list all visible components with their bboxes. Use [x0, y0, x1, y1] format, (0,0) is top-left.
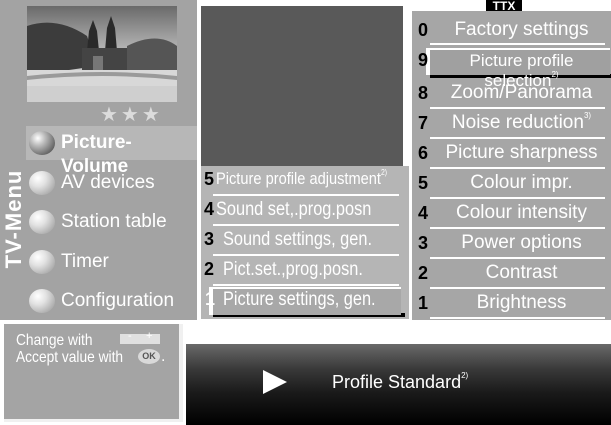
item-label: Contrast	[485, 262, 558, 283]
video-preview-area	[201, 6, 403, 166]
menu-item-station-table[interactable]: Station table	[26, 205, 197, 239]
menu-bullet-icon	[29, 250, 55, 274]
item-label: Picture profile adjustment2)	[216, 168, 388, 188]
menu-bullet-icon	[29, 171, 55, 195]
play-icon	[263, 370, 287, 394]
item-number: 3	[418, 233, 429, 253]
menu-bullet-icon	[29, 289, 55, 313]
item-number: 4	[204, 199, 215, 219]
settings-item-power-options[interactable]: 3 Power options	[412, 229, 611, 259]
item-number: 5	[204, 169, 215, 189]
item-number: 1	[205, 289, 216, 309]
help-period: .	[161, 348, 166, 365]
submenu-item-picture-profile-adjustment[interactable]: 5 Picture profile adjustment2)	[201, 166, 409, 196]
item-number: 9	[418, 50, 429, 70]
settings-item-brightness[interactable]: 1 Brightness	[412, 289, 611, 319]
rating-stars: ★★★	[100, 104, 163, 126]
menu-item-configuration[interactable]: Configuration	[26, 284, 197, 318]
ok-key-icon: OK	[138, 349, 160, 364]
submenu-list: 5 Picture profile adjustment2) 4 Sound s…	[201, 166, 409, 319]
item-number: 5	[418, 173, 429, 193]
current-profile-text: Profile Standard2)	[332, 371, 469, 392]
settings-item-zoom-panorama[interactable]: 8 Zoom/Panorama	[412, 79, 611, 109]
menu-item-label: AV devices	[61, 172, 155, 193]
item-label: Picture sharpness	[445, 142, 598, 163]
settings-item-picture-profile-selection[interactable]: 9 Picture profile selection2)	[412, 46, 611, 90]
menu-item-av-devices[interactable]: AV devices	[26, 166, 197, 200]
item-number: 0	[418, 20, 429, 40]
menu-vertical-title: TV-Menu	[1, 144, 26, 294]
picture-settings-list: 0 Factory settings 9 Picture profile sel…	[412, 11, 611, 320]
plus-label: +	[146, 330, 153, 342]
settings-item-colour-impr[interactable]: 5 Colour impr.	[412, 169, 611, 199]
submenu-item-pict-set-prog-posn[interactable]: 2 Pict.set.,prog.posn.	[201, 256, 409, 286]
menu-title-text: TV-Menu	[1, 169, 26, 269]
item-number: 4	[418, 203, 429, 223]
settings-item-factory-settings[interactable]: 0 Factory settings	[412, 19, 611, 45]
item-label: Colour intensity	[456, 202, 587, 223]
item-label: Noise reduction3)	[451, 111, 592, 133]
item-label: Power options	[461, 232, 582, 253]
item-number: 3	[204, 229, 215, 249]
help-accept-text: Accept value with	[16, 349, 124, 366]
divider	[430, 317, 605, 319]
station-preview-image	[27, 6, 177, 102]
item-label: Pict.set.,prog.posn.	[223, 259, 363, 280]
submenu-item-sound-set-prog-posn[interactable]: 4 Sound set,.prog.posn	[201, 196, 409, 226]
settings-item-contrast[interactable]: 2 Contrast	[412, 259, 611, 289]
item-label: Factory settings	[454, 19, 589, 40]
item-label: Zoom/Panorama	[450, 82, 593, 103]
divider	[430, 43, 605, 45]
minus-label: -	[128, 330, 132, 342]
item-label: Sound set,.prog.posn	[216, 199, 372, 220]
item-label: Brightness	[476, 292, 567, 313]
item-label: Sound settings, gen.	[223, 229, 372, 250]
help-change-text: Change with	[16, 332, 93, 349]
item-number: 6	[418, 143, 429, 163]
menu-item-picture-volume[interactable]: Picture-Volume	[26, 126, 197, 177]
item-number: 7	[418, 113, 429, 133]
item-number: 2	[204, 259, 215, 279]
menu-item-label: Station table	[61, 211, 167, 232]
settings-item-noise-reduction[interactable]: 7 Noise reduction3)	[412, 109, 611, 139]
settings-item-colour-intensity[interactable]: 4 Colour intensity	[412, 199, 611, 229]
item-number: 8	[418, 83, 429, 103]
item-label: Colour impr.	[470, 172, 573, 193]
menu-item-timer[interactable]: Timer	[26, 245, 197, 279]
submenu-item-sound-settings-gen[interactable]: 3 Sound settings, gen.	[201, 226, 409, 256]
submenu-item-picture-settings-gen[interactable]: 1 Picture settings, gen.	[201, 286, 409, 317]
minus-plus-key-icon: - +	[120, 330, 160, 344]
menu-item-label: Configuration	[61, 290, 175, 311]
menu-bullet-icon	[29, 131, 55, 155]
item-number: 2	[418, 263, 429, 283]
menu-bullet-icon	[29, 210, 55, 234]
item-label: Picture settings, gen.	[223, 289, 376, 310]
menu-item-label: Timer	[61, 251, 109, 272]
settings-item-picture-sharpness[interactable]: 6 Picture sharpness	[412, 139, 611, 169]
item-number: 1	[418, 293, 429, 313]
help-box: Change with - + Accept value with OK .	[4, 324, 183, 422]
